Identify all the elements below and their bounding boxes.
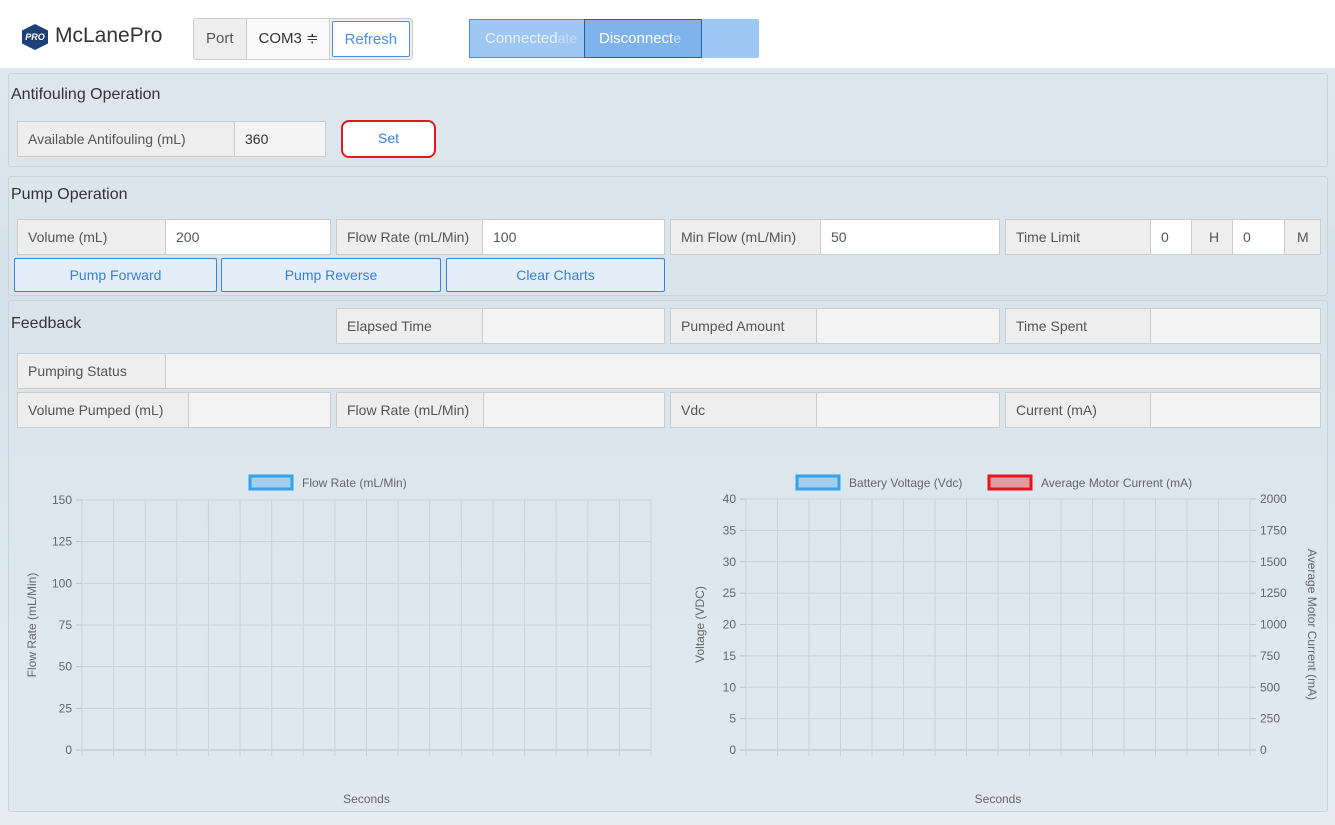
time-limit-label: Time Limit (1005, 219, 1151, 255)
connection-status[interactable]: Connectedate (469, 19, 585, 58)
top-bar: PRO McLanePro Port COM3 ≑ Refresh Connec… (0, 0, 1335, 68)
pump-forward-button[interactable]: Pump Forward (14, 258, 217, 292)
refresh-button[interactable]: Refresh (331, 21, 411, 57)
y-tick-label: 0 (729, 743, 736, 757)
flow-rate-label: Flow Rate (mL/Min) (336, 219, 483, 255)
feedback-flow-rate-label: Flow Rate (mL/Min) (336, 392, 484, 428)
time-spent-label: Time Spent (1005, 308, 1151, 344)
y-right-tick-label: 500 (1260, 680, 1280, 694)
legend-swatch (248, 474, 294, 491)
time-spent-value (1150, 308, 1321, 344)
hours-input[interactable]: 0 (1150, 219, 1192, 255)
pumping-status-value (165, 353, 1321, 389)
disconnect-label: Disconnect (599, 30, 674, 47)
y-tick-label: 5 (729, 712, 736, 726)
y-right-tick-label: 750 (1260, 649, 1280, 663)
antifouling-title: Antifouling Operation (11, 86, 161, 103)
disconnect-ghost-text: e (673, 30, 681, 46)
min-flow-label: Min Flow (mL/Min) (670, 219, 821, 255)
volume-pumped-label: Volume Pumped (mL) (17, 392, 189, 428)
connection-group: Connectedate Disconnecte (469, 19, 759, 58)
pump-operation-title: Pump Operation (11, 186, 128, 203)
legend-swatch (987, 474, 1033, 491)
y-tick-label: 100 (52, 576, 72, 590)
volume-label: Volume (mL) (17, 219, 166, 255)
feedback-flow-rate-value (483, 392, 665, 428)
feedback-title: Feedback (11, 315, 82, 332)
y-right-tick-label: 1750 (1260, 523, 1287, 537)
flow-rate-chart: 0 25 50 75 100 125 150 Flow Rate (mL/Min) Second… (25, 474, 652, 806)
x-axis-title: Seconds (343, 792, 390, 806)
y-tick-label: 75 (59, 618, 73, 632)
legend-label: Battery Voltage (Vdc) (849, 476, 962, 490)
y-axis-title: Voltage (VDC) (693, 586, 707, 663)
vdc-label: Vdc (670, 392, 817, 428)
set-antifouling-button[interactable]: Set (341, 120, 436, 158)
y-tick-label: 150 (52, 493, 72, 507)
y-tick-label: 125 (52, 535, 72, 549)
y-right-tick-label: 1000 (1260, 618, 1287, 632)
legend-swatch (795, 474, 841, 491)
y-tick-label: 25 (723, 586, 737, 600)
y-right-tick-label: 1500 (1260, 555, 1287, 569)
clear-charts-button[interactable]: Clear Charts (446, 258, 665, 292)
port-selector-group: Port COM3 ≑ Refresh (193, 18, 414, 60)
y-tick-label: 25 (59, 701, 73, 715)
legend-label: Flow Rate (mL/Min) (302, 476, 407, 490)
app-name: McLanePro (55, 24, 163, 47)
vdc-value (816, 392, 1000, 428)
y-tick-label: 40 (723, 492, 737, 506)
connection-status-ghost-text: ate (557, 30, 578, 46)
y-right-tick-label: 250 (1260, 712, 1280, 726)
y-right-axis-title: Average Motor Current (mA) (1305, 549, 1319, 700)
y-tick-label: 10 (723, 680, 737, 694)
hours-unit: H (1191, 219, 1233, 255)
y-tick-label: 30 (723, 555, 737, 569)
legend-label: Average Motor Current (mA) (1041, 476, 1192, 490)
minutes-unit: M (1284, 219, 1321, 255)
y-right-tick-label: 0 (1260, 743, 1267, 757)
elapsed-time-value (482, 308, 665, 344)
pump-reverse-button[interactable]: Pump Reverse (221, 258, 441, 292)
y-tick-label: 50 (59, 660, 73, 674)
y-tick-label: 15 (723, 649, 737, 663)
port-label: Port (194, 19, 247, 59)
port-select[interactable]: COM3 ≑ (246, 19, 330, 59)
connection-status-label: Connected (485, 30, 558, 47)
minutes-input[interactable]: 0 (1232, 219, 1285, 255)
y-tick-label: 20 (723, 618, 737, 632)
disconnect-button[interactable]: Disconnecte (584, 19, 702, 58)
flow-rate-input[interactable]: 100 (482, 219, 665, 255)
y-tick-label: 0 (65, 743, 72, 757)
y-tick-label: 35 (723, 523, 737, 537)
y-right-tick-label: 2000 (1260, 492, 1287, 506)
available-antifouling-value: 360 (234, 121, 326, 157)
volume-pumped-value (188, 392, 331, 428)
min-flow-input[interactable]: 50 (820, 219, 1000, 255)
pumped-amount-value (816, 308, 1000, 344)
volume-input[interactable]: 200 (165, 219, 331, 255)
y-axis-title: Flow Rate (mL/Min) (25, 573, 39, 678)
y-right-tick-label: 1250 (1260, 586, 1287, 600)
pumping-status-label: Pumping Status (17, 353, 166, 389)
mclane-logo-icon: PRO (22, 24, 48, 50)
current-label: Current (mA) (1005, 392, 1151, 428)
available-antifouling-label: Available Antifouling (mL) (17, 121, 235, 157)
pumped-amount-label: Pumped Amount (670, 308, 817, 344)
logo-badge-text: PRO (25, 32, 45, 42)
current-value (1150, 392, 1321, 428)
x-axis-title: Seconds (975, 792, 1022, 806)
voltage-current-chart: 0 0 5 250 10 500 15 750 20 1000 25 1250 30 1500 35 1750… (693, 474, 1319, 806)
elapsed-time-label: Elapsed Time (336, 308, 483, 344)
